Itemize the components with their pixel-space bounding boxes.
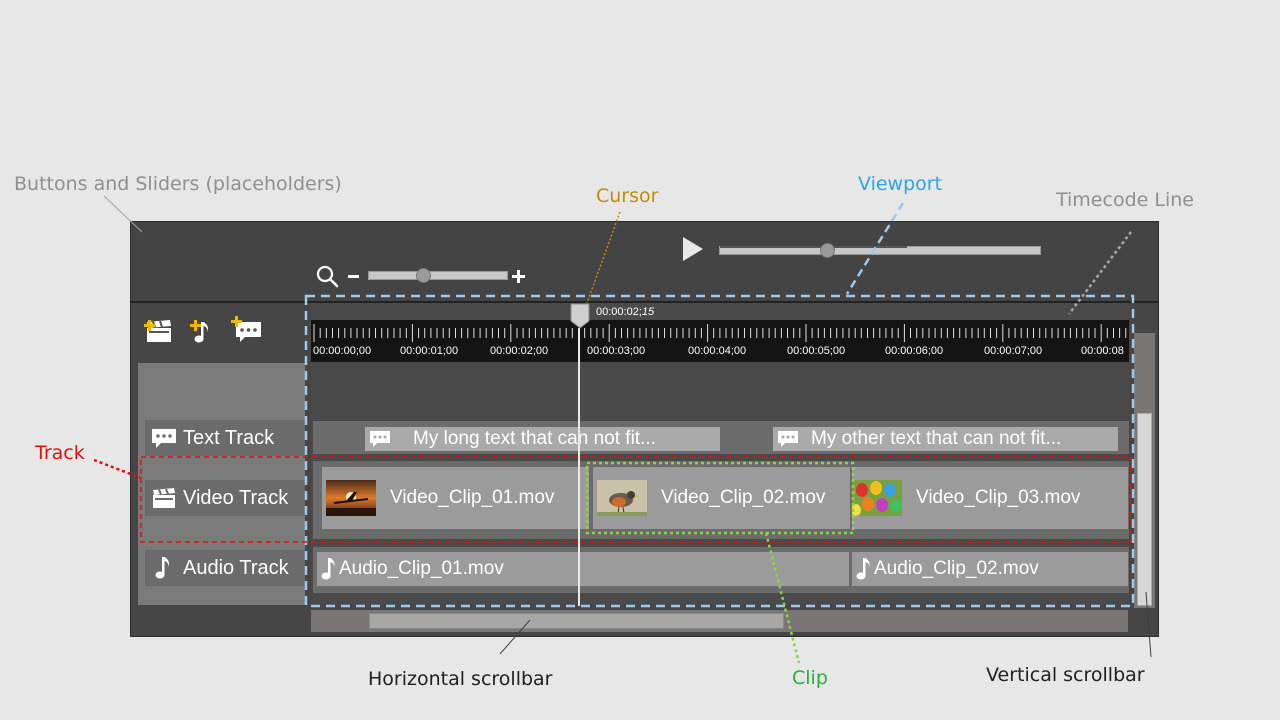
track-header-text[interactable]: Text Track (145, 420, 305, 456)
timecode-tick-label: 00:00:00;00 (313, 345, 372, 357)
track-header-video[interactable]: Video Track (145, 480, 305, 516)
annotation-timecode-line: Timecode Line (1056, 189, 1194, 211)
speech-bubble-icon (370, 431, 390, 447)
clapperboard-icon (153, 488, 175, 508)
audio-clip-2[interactable]: Audio_Clip_02.mov (852, 552, 1128, 586)
play-icon[interactable] (683, 237, 703, 261)
magnifier-icon[interactable] (315, 264, 339, 288)
annotation-cursor: Cursor (596, 185, 659, 207)
cursor-line[interactable] (578, 328, 580, 606)
timecode-ticks (313, 324, 1127, 342)
add-text-track-icon[interactable] (231, 316, 263, 344)
zoom-slider-knob[interactable] (416, 268, 431, 283)
annotation-vertical-scrollbar: Vertical scrollbar (986, 664, 1145, 686)
timecode-tick-label: 00:00:05;00 (787, 345, 846, 357)
annotation-track: Track (35, 442, 85, 464)
annotation-buttons-sliders: Buttons and Sliders (placeholders) (14, 173, 342, 195)
text-clip-1[interactable]: My long text that can not fit... (365, 427, 720, 451)
audio-clip-label: Audio_Clip_02.mov (874, 558, 1039, 579)
video-clip-label: Video_Clip_01.mov (390, 487, 555, 508)
music-note-icon (856, 558, 870, 580)
text-clip-2[interactable]: My other text that can not fit... (773, 427, 1118, 451)
text-clip-label: My other text that can not fit... (811, 428, 1062, 449)
add-audio-track-icon[interactable] (190, 318, 214, 344)
timecode-tick-label: 00:00:04;00 (688, 345, 747, 357)
timecode-tick-label: 00:00:02;00 (490, 345, 549, 357)
playback-slider-fill (720, 246, 907, 248)
robin-bird-thumbnail (597, 480, 647, 516)
timecode-tick-label: 00:00:07;00 (984, 345, 1043, 357)
timecode-tick-label: 00:00:01;00 (400, 345, 459, 357)
audio-clip-label: Audio_Clip_01.mov (339, 558, 504, 579)
cursor-time-main: 00:00:02; (596, 306, 642, 318)
timecode-tick-label: 00:00:03;00 (587, 345, 646, 357)
add-video-track-icon[interactable] (144, 318, 174, 344)
cursor-handle[interactable] (570, 303, 590, 329)
video-clip-label: Video_Clip_03.mov (916, 487, 1081, 508)
cursor-time-frames: 15 (641, 306, 655, 318)
speech-bubble-icon (778, 431, 798, 447)
annotation-horizontal-scrollbar: Horizontal scrollbar (368, 668, 553, 690)
music-note-icon (155, 557, 169, 579)
zoom-slider[interactable] (368, 271, 508, 280)
speech-bubble-icon (152, 429, 176, 448)
annotation-clip: Clip (792, 667, 828, 689)
track-label-audio: Audio Track (183, 556, 289, 579)
video-clip-label: Video_Clip_02.mov (661, 487, 826, 508)
toolbar (131, 222, 1158, 301)
annotation-viewport: Viewport (858, 173, 943, 195)
playback-slider-knob[interactable] (820, 243, 835, 258)
timecode-tick-label: 00:00:08 (1081, 345, 1124, 357)
video-clip-1[interactable]: Video_Clip_01.mov (322, 467, 589, 529)
track-label-text: Text Track (183, 426, 275, 449)
music-note-icon (321, 558, 335, 580)
zoom-in-button[interactable] (512, 270, 525, 283)
horizontal-scrollbar-thumb[interactable] (369, 613, 784, 629)
audio-clip-1[interactable]: Audio_Clip_01.mov (317, 552, 849, 586)
airplane-sunset-thumbnail (326, 480, 376, 516)
vertical-scrollbar-thumb[interactable] (1137, 413, 1152, 606)
track-label-video: Video Track (183, 486, 289, 509)
video-clip-2[interactable]: Video_Clip_02.mov (593, 467, 850, 529)
video-clip-3[interactable]: Video_Clip_03.mov (852, 467, 1128, 529)
text-clip-label: My long text that can not fit... (413, 428, 656, 449)
zoom-out-button[interactable] (348, 275, 359, 278)
colorful-eggs-thumbnail (852, 480, 902, 516)
track-header-audio[interactable]: Audio Track (145, 550, 305, 586)
cursor-timecode: 00:00:02;15 (596, 306, 654, 318)
timecode-tick-label: 00:00:06;00 (885, 345, 944, 357)
